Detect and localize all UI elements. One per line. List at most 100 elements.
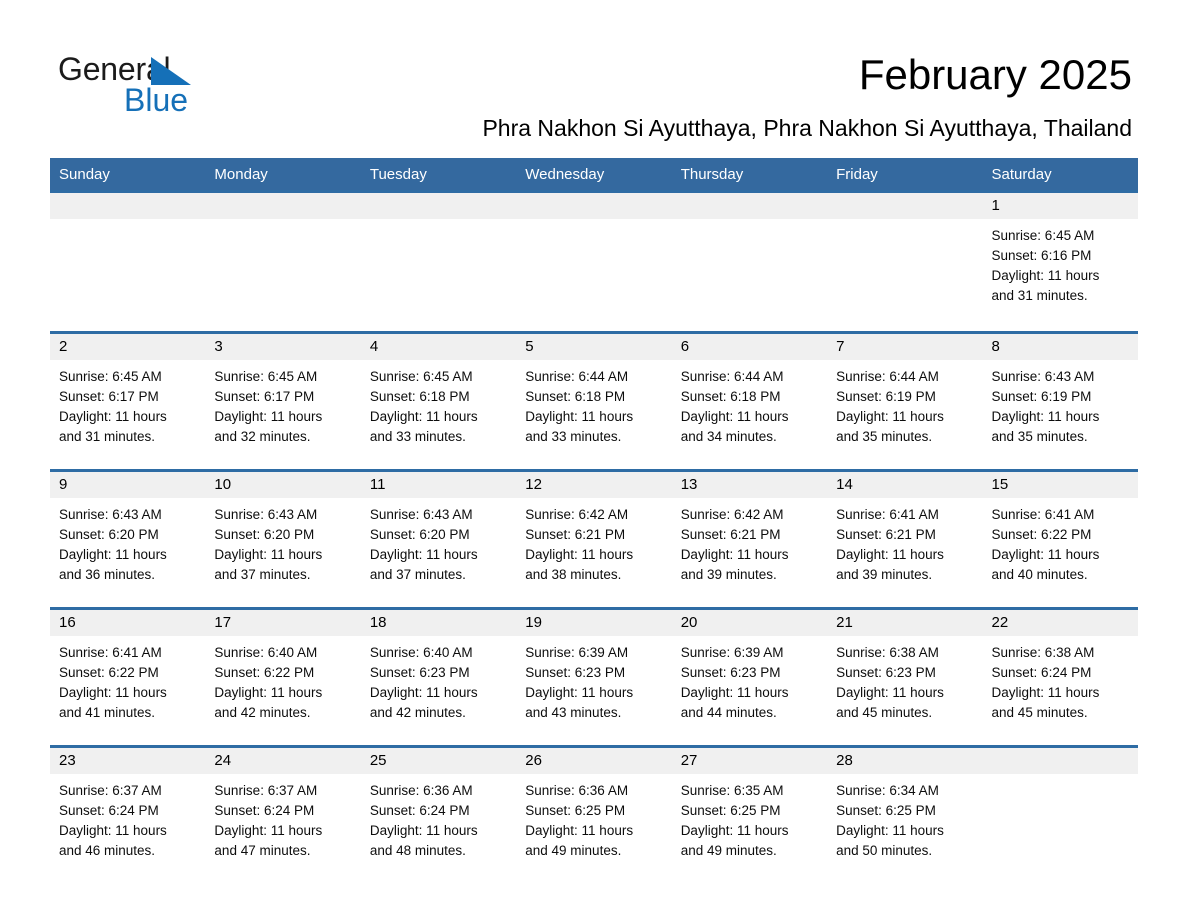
daylight-text-line1: Daylight: 11 hours [525,547,634,562]
day-cell[interactable]: 14 Sunrise: 6:41 AM Sunset: 6:21 PM Dayl… [827,469,983,609]
day-cell[interactable] [827,190,983,333]
calendar-header-row: Sunday Monday Tuesday Wednesday Thursday… [50,158,1138,192]
day-cell[interactable]: 23 Sunrise: 6:37 AM Sunset: 6:24 PM Dayl… [50,745,206,861]
day-cell[interactable]: 13 Sunrise: 6:42 AM Sunset: 6:21 PM Dayl… [671,469,828,609]
day-cell[interactable]: 22 Sunrise: 6:38 AM Sunset: 6:24 PM Dayl… [982,607,1138,747]
day-number: 22 [982,610,1138,636]
day-cell[interactable]: 11 Sunrise: 6:43 AM Sunset: 6:20 PM Dayl… [360,469,517,609]
day-number: 8 [982,334,1138,360]
daylight-text-line1: Daylight: 11 hours [525,685,634,700]
page-header: General Blue February 2025 Phra Nakhon S… [0,0,1188,141]
sunset-text: Sunset: 6:18 PM [525,389,626,404]
day-number: 13 [671,472,828,498]
day-details: Sunrise: 6:42 AM Sunset: 6:21 PM Dayligh… [672,498,827,585]
day-cell[interactable]: 24 Sunrise: 6:37 AM Sunset: 6:24 PM Dayl… [205,745,361,861]
daylight-text-line2: and 46 minutes. [59,843,156,858]
sunset-text: Sunset: 6:21 PM [525,527,626,542]
day-details: Sunrise: 6:44 AM Sunset: 6:18 PM Dayligh… [516,360,671,447]
day-cell[interactable]: 18 Sunrise: 6:40 AM Sunset: 6:23 PM Dayl… [360,607,517,747]
day-cell[interactable]: 25 Sunrise: 6:36 AM Sunset: 6:24 PM Dayl… [360,745,517,861]
day-cell[interactable]: 27 Sunrise: 6:35 AM Sunset: 6:25 PM Dayl… [671,745,828,861]
sunset-text: Sunset: 6:19 PM [836,389,936,404]
daylight-text-line1: Daylight: 11 hours [991,685,1100,700]
day-cell[interactable]: 19 Sunrise: 6:39 AM Sunset: 6:23 PM Dayl… [516,607,672,747]
day-cell[interactable]: 2 Sunrise: 6:45 AM Sunset: 6:17 PM Dayli… [50,331,206,471]
day-cell[interactable]: 8 Sunrise: 6:43 AM Sunset: 6:19 PM Dayli… [982,331,1138,471]
daylight-text-line2: and 40 minutes. [991,567,1088,582]
sunrise-sunset-calendar-table: Sunday Monday Tuesday Wednesday Thursday… [50,158,1138,861]
day-number [827,193,983,219]
day-cell[interactable]: 12 Sunrise: 6:42 AM Sunset: 6:21 PM Dayl… [516,469,672,609]
sunset-text: Sunset: 6:23 PM [525,665,626,680]
daylight-text-line1: Daylight: 11 hours [59,547,167,562]
daylight-text-line2: and 45 minutes. [836,705,933,720]
sunrise-text: Sunrise: 6:42 AM [680,507,784,522]
day-cell[interactable]: 20 Sunrise: 6:39 AM Sunset: 6:23 PM Dayl… [671,607,828,747]
day-details: Sunrise: 6:44 AM Sunset: 6:19 PM Dayligh… [827,360,982,447]
day-details: Sunrise: 6:41 AM Sunset: 6:22 PM Dayligh… [50,636,205,723]
day-cell[interactable]: 6 Sunrise: 6:44 AM Sunset: 6:18 PM Dayli… [671,331,828,471]
day-cell[interactable] [671,190,828,333]
sunrise-text: Sunrise: 6:41 AM [991,507,1095,522]
sunrise-text: Sunrise: 6:37 AM [59,783,162,798]
day-cell[interactable]: 9 Sunrise: 6:43 AM Sunset: 6:20 PM Dayli… [50,469,206,609]
sunrise-text: Sunrise: 6:43 AM [214,507,318,522]
daylight-text-line1: Daylight: 11 hours [836,685,944,700]
sunrise-text: Sunrise: 6:44 AM [680,369,784,384]
sunset-text: Sunset: 6:21 PM [836,527,936,542]
sunrise-text: Sunrise: 6:35 AM [680,783,784,798]
daylight-text-line2: and 35 minutes. [836,429,933,444]
daylight-text-line2: and 43 minutes. [525,705,622,720]
sunrise-text: Sunrise: 6:38 AM [836,645,939,660]
day-cell[interactable]: 4 Sunrise: 6:45 AM Sunset: 6:18 PM Dayli… [360,331,517,471]
day-cell[interactable]: 3 Sunrise: 6:45 AM Sunset: 6:17 PM Dayli… [205,331,361,471]
day-details: Sunrise: 6:45 AM Sunset: 6:16 PM Dayligh… [983,219,1138,306]
logo-text-blue: Blue [124,82,189,118]
day-cell[interactable]: 1 Sunrise: 6:45 AM Sunset: 6:16 PM Dayli… [982,190,1138,333]
day-cell[interactable]: 17 Sunrise: 6:40 AM Sunset: 6:22 PM Dayl… [205,607,361,747]
page-title: February 2025 [858,51,1132,98]
day-details: Sunrise: 6:45 AM Sunset: 6:17 PM Dayligh… [50,360,205,447]
sunset-text: Sunset: 6:24 PM [369,803,470,818]
sunset-text: Sunset: 6:17 PM [214,389,315,404]
weekday-header-friday: Friday [827,158,983,192]
day-cell[interactable]: 7 Sunrise: 6:44 AM Sunset: 6:19 PM Dayli… [827,331,983,471]
day-details: Sunrise: 6:41 AM Sunset: 6:22 PM Dayligh… [983,498,1138,585]
daylight-text-line1: Daylight: 11 hours [680,823,789,838]
day-cell[interactable]: 28 Sunrise: 6:34 AM Sunset: 6:25 PM Dayl… [827,745,983,861]
day-number: 9 [50,472,206,498]
sunset-text: Sunset: 6:16 PM [991,248,1092,263]
day-number [516,193,672,219]
day-number: 12 [516,472,672,498]
calendar-week-row: 1 Sunrise: 6:45 AM Sunset: 6:16 PM Dayli… [50,190,1138,333]
day-details: Sunrise: 6:39 AM Sunset: 6:23 PM Dayligh… [516,636,671,723]
day-cell[interactable] [516,190,672,333]
day-cell[interactable]: 5 Sunrise: 6:44 AM Sunset: 6:18 PM Dayli… [516,331,672,471]
day-cell[interactable]: 16 Sunrise: 6:41 AM Sunset: 6:22 PM Dayl… [50,607,206,747]
day-cell[interactable] [205,190,361,333]
day-cell[interactable] [50,190,206,333]
day-cell[interactable]: 15 Sunrise: 6:41 AM Sunset: 6:22 PM Dayl… [982,469,1138,609]
daylight-text-line2: and 33 minutes. [369,429,466,444]
daylight-text-line2: and 37 minutes. [369,567,466,582]
sunset-text: Sunset: 6:25 PM [680,803,781,818]
sunset-text: Sunset: 6:23 PM [680,665,781,680]
day-details: Sunrise: 6:43 AM Sunset: 6:20 PM Dayligh… [205,498,360,585]
sunrise-text: Sunrise: 6:40 AM [369,645,473,660]
day-number: 27 [671,748,828,774]
daylight-text-line1: Daylight: 11 hours [369,547,478,562]
day-details: Sunrise: 6:36 AM Sunset: 6:24 PM Dayligh… [361,774,516,861]
daylight-text-line2: and 33 minutes. [525,429,622,444]
daylight-text-line1: Daylight: 11 hours [369,823,478,838]
day-cell[interactable]: 26 Sunrise: 6:36 AM Sunset: 6:25 PM Dayl… [516,745,672,861]
day-cell[interactable]: 21 Sunrise: 6:38 AM Sunset: 6:23 PM Dayl… [827,607,983,747]
day-number: 23 [50,748,206,774]
day-cell[interactable] [982,745,1138,861]
day-cell[interactable]: 10 Sunrise: 6:43 AM Sunset: 6:20 PM Dayl… [205,469,361,609]
day-details: Sunrise: 6:40 AM Sunset: 6:23 PM Dayligh… [361,636,516,723]
sunset-text: Sunset: 6:21 PM [680,527,781,542]
calendar-week-row: 16 Sunrise: 6:41 AM Sunset: 6:22 PM Dayl… [50,607,1138,747]
sunrise-text: Sunrise: 6:45 AM [991,228,1095,243]
daylight-text-line2: and 50 minutes. [836,843,933,858]
day-cell[interactable] [360,190,517,333]
